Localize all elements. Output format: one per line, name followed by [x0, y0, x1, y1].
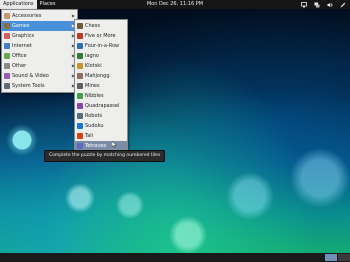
applications-category-menu: Accessories▶ Games▶ Graphics▶ Internet▶ …	[1, 9, 78, 93]
menu-item-nibbles[interactable]: Nibbles	[75, 91, 127, 101]
pen-icon[interactable]	[340, 2, 346, 8]
games-icon	[4, 23, 10, 29]
workspace-2-button[interactable]	[338, 254, 350, 261]
menu-item-games[interactable]: Games▶	[2, 21, 77, 31]
menu-item-robots[interactable]: Robots	[75, 111, 127, 121]
menu-item-graphics[interactable]: Graphics▶	[2, 31, 77, 41]
iagno-icon	[77, 53, 83, 59]
menu-item-sound-video[interactable]: Sound & Video▶	[2, 71, 77, 81]
menu-item-system-tools[interactable]: System Tools▶	[2, 81, 77, 91]
quadrapassel-icon	[77, 103, 83, 109]
games-submenu: Chess Five or More Four-in-a-Row Iagno K…	[74, 19, 128, 153]
bottom-panel	[0, 253, 350, 262]
nibbles-icon	[77, 93, 83, 99]
accessories-icon	[4, 13, 10, 19]
mines-icon	[77, 83, 83, 89]
tooltip: Complete the puzzle by matching numbered…	[44, 150, 166, 162]
klotski-icon	[77, 63, 83, 69]
menu-item-mahjongg[interactable]: Mahjongg	[75, 71, 127, 81]
places-menu-button[interactable]: Places	[37, 0, 59, 9]
clock[interactable]: Mon Dec 26, 11:16 PM	[147, 1, 203, 7]
four-in-a-row-icon	[77, 43, 83, 49]
applications-menu-button[interactable]: Applications	[0, 0, 37, 9]
other-icon	[4, 63, 10, 69]
system-tray	[301, 0, 346, 9]
top-panel: Applications Places Mon Dec 26, 11:16 PM	[0, 0, 350, 9]
screen-icon[interactable]	[301, 1, 307, 8]
menu-item-four-in-a-row[interactable]: Four-in-a-Row	[75, 41, 127, 51]
menu-item-klotski[interactable]: Klotski	[75, 61, 127, 71]
tali-icon	[77, 133, 83, 139]
menu-item-quadrapassel[interactable]: Quadrapassel	[75, 101, 127, 111]
graphics-icon	[4, 33, 10, 39]
menu-item-sudoku[interactable]: Sudoku	[75, 121, 127, 131]
office-icon	[4, 53, 10, 59]
mouse-pointer-icon	[112, 141, 117, 148]
robots-icon	[77, 113, 83, 119]
mahjongg-icon	[77, 73, 83, 79]
workspace-1-button[interactable]	[325, 254, 337, 261]
menu-item-internet[interactable]: Internet▶	[2, 41, 77, 51]
menu-item-office[interactable]: Office▶	[2, 51, 77, 61]
system-tools-icon	[4, 83, 10, 89]
menu-item-chess[interactable]: Chess	[75, 21, 127, 31]
sudoku-icon	[77, 123, 83, 129]
internet-icon	[4, 43, 10, 49]
chess-icon	[77, 23, 83, 29]
menu-item-tali[interactable]: Tali	[75, 131, 127, 141]
menu-item-five-or-more[interactable]: Five or More	[75, 31, 127, 41]
five-or-more-icon	[77, 33, 83, 39]
sound-video-icon	[4, 73, 10, 79]
menu-item-other[interactable]: Other▶	[2, 61, 77, 71]
menu-item-iagno[interactable]: Iagno	[75, 51, 127, 61]
menu-item-accessories[interactable]: Accessories ▶	[2, 11, 77, 21]
tetravex-icon	[77, 143, 83, 149]
volume-icon[interactable]	[327, 2, 333, 8]
menu-item-mines[interactable]: Mines	[75, 81, 127, 91]
network-icon[interactable]	[314, 2, 320, 8]
